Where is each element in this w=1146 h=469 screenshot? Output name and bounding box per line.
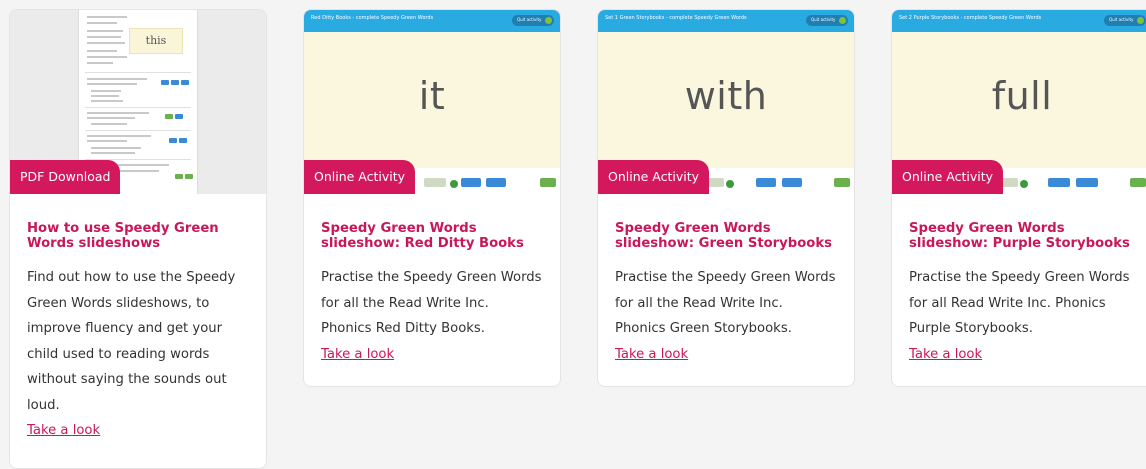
slide-word: full (991, 74, 1053, 118)
take-a-look-link[interactable]: Take a look (615, 342, 688, 367)
quit-activity-button: Quit activity (1104, 15, 1146, 26)
card-title[interactable]: How to use Speedy Green Words slideshows (27, 221, 248, 251)
card-description: Practise the Speedy Green Words for all … (615, 270, 836, 336)
quit-activity-button: Quit activity (806, 15, 848, 26)
slide-word: it (418, 74, 446, 118)
take-a-look-link[interactable]: Take a look (321, 342, 394, 367)
pdf-word-sample: this (129, 28, 183, 54)
resource-type-badge: Online Activity (598, 160, 710, 194)
resource-card[interactable]: this PDF Download How to use Speedy Gree… (9, 9, 267, 469)
card-description: Practise the Speedy Green Words for all … (909, 270, 1130, 336)
take-a-look-link[interactable]: Take a look (27, 418, 100, 443)
quit-activity-label: Quit activity (811, 17, 836, 22)
resource-type-badge: Online Activity (304, 160, 416, 194)
quit-activity-label: Quit activity (517, 17, 542, 22)
slide-header-bar: Set 1 Green Storybooks - complete Speedy… (598, 10, 854, 32)
quit-dot-icon (1137, 17, 1144, 24)
card-description: Practise the Speedy Green Words for all … (321, 270, 542, 336)
card-thumbnail[interactable]: Set 2 Purple Storybooks - complete Speed… (892, 10, 1146, 194)
card-thumbnail[interactable]: Set 1 Green Storybooks - complete Speedy… (598, 10, 854, 194)
resource-type-badge: PDF Download (10, 160, 121, 194)
slide-header-text: Set 1 Green Storybooks - complete Speedy… (605, 15, 747, 21)
slide-word: with (684, 74, 768, 118)
slide-header-text: Set 2 Purple Storybooks - complete Speed… (899, 15, 1042, 21)
card-thumbnail[interactable]: this PDF Download (10, 10, 266, 194)
quit-activity-label: Quit activity (1109, 17, 1134, 22)
resource-card[interactable]: Set 2 Purple Storybooks - complete Speed… (891, 9, 1146, 387)
quit-dot-icon (839, 17, 846, 24)
quit-dot-icon (545, 17, 552, 24)
resource-card[interactable]: Red Ditty Books - complete Speedy Green … (303, 9, 561, 387)
card-description: Find out how to use the Speedy Green Wor… (27, 270, 236, 413)
quit-activity-button: Quit activity (512, 15, 554, 26)
slide-header-text: Red Ditty Books - complete Speedy Green … (311, 15, 434, 21)
slide-header-bar: Set 2 Purple Storybooks - complete Speed… (892, 10, 1146, 32)
resource-card[interactable]: Set 1 Green Storybooks - complete Speedy… (597, 9, 855, 387)
card-thumbnail[interactable]: Red Ditty Books - complete Speedy Green … (304, 10, 560, 194)
card-title[interactable]: Speedy Green Words slideshow: Green Stor… (615, 221, 836, 251)
take-a-look-link[interactable]: Take a look (909, 342, 982, 367)
card-title[interactable]: Speedy Green Words slideshow: Red Ditty … (321, 221, 542, 251)
card-title[interactable]: Speedy Green Words slideshow: Purple Sto… (909, 221, 1134, 251)
resource-type-badge: Online Activity (892, 160, 1004, 194)
slide-header-bar: Red Ditty Books - complete Speedy Green … (304, 10, 560, 32)
